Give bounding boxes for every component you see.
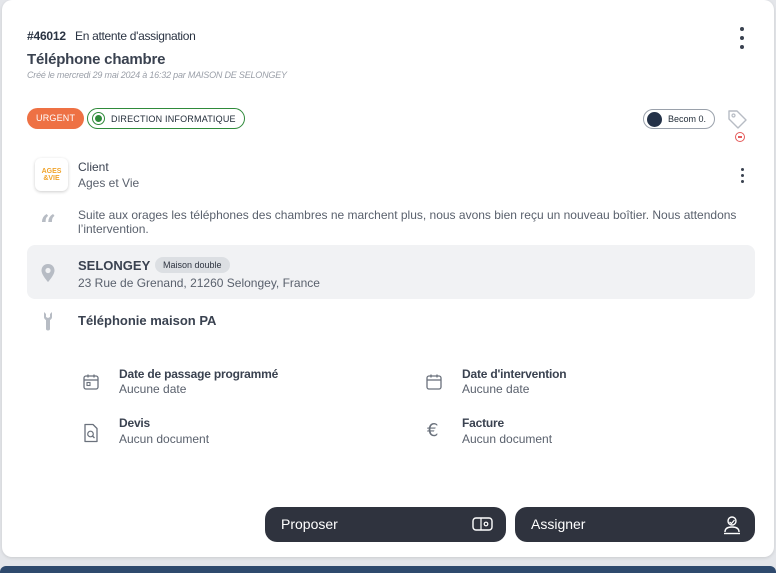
priority-badge: URGENT [27,108,85,129]
assignee-chip[interactable]: Becom 0. [643,109,716,129]
scheduled-date-value: Aucune date [119,382,187,396]
wrench-icon [44,312,52,331]
department-badge: DIRECTION INFORMATIQUE [87,108,245,129]
assign-button-label: Assigner [531,516,586,532]
assignee-name: Becom 0. [668,114,707,124]
ticket-created-info: Créé le mercredi 29 mai 2024 à 16:32 par… [27,70,287,80]
map-pin-icon [41,264,55,282]
house-type-badge: Maison double [155,257,230,273]
client-label: Client [78,160,109,174]
intervention-date-label: Date d'intervention [462,367,567,381]
user-avatar-icon [647,111,662,127]
calendar-icon [426,374,442,390]
ticket-id: #46012 [27,29,66,43]
quote-label: Devis [119,416,151,430]
assign-button[interactable]: Assigner [515,507,755,542]
client-logo: AGES &VIE [35,158,68,191]
ticket-icon [472,517,493,531]
propose-button-label: Proposer [281,516,338,532]
invoice-label: Facture [462,416,504,430]
ticket-status: En attente d'assignation [75,29,196,43]
ticket-menu-button[interactable] [735,27,749,49]
quote-icon: “ [40,209,57,242]
bottom-bar [0,566,776,573]
propose-button[interactable]: Proposer [265,507,506,542]
document-search-icon [84,423,98,443]
ticket-description: Suite aux orages les téléphones des cham… [78,208,737,236]
invoice-value: Aucun document [462,432,553,446]
scheduled-date-label: Date de passage programmé [119,367,279,381]
calendar-icon [83,374,99,390]
address-street: 23 Rue de Grenand, 21260 Selongey, Franc… [78,276,320,290]
ticket-card: #46012 En attente d'assignation Téléphon… [2,0,774,557]
ticket-title: Téléphone chambre [27,51,166,68]
client-menu-button[interactable] [735,168,749,183]
ticket-category: Téléphonie maison PA [78,313,217,328]
user-assign-icon [724,516,740,535]
quote-value: Aucun document [119,432,210,446]
tag-icon[interactable] [727,109,749,129]
address-city: SELONGEY [78,258,151,273]
client-name: Ages et Vie [78,176,140,190]
euro-icon: € [427,420,439,441]
status-dot-icon [92,112,105,125]
minus-circle-icon[interactable] [735,132,745,142]
intervention-date-value: Aucune date [462,382,530,396]
department-label: DIRECTION INFORMATIQUE [111,113,236,124]
